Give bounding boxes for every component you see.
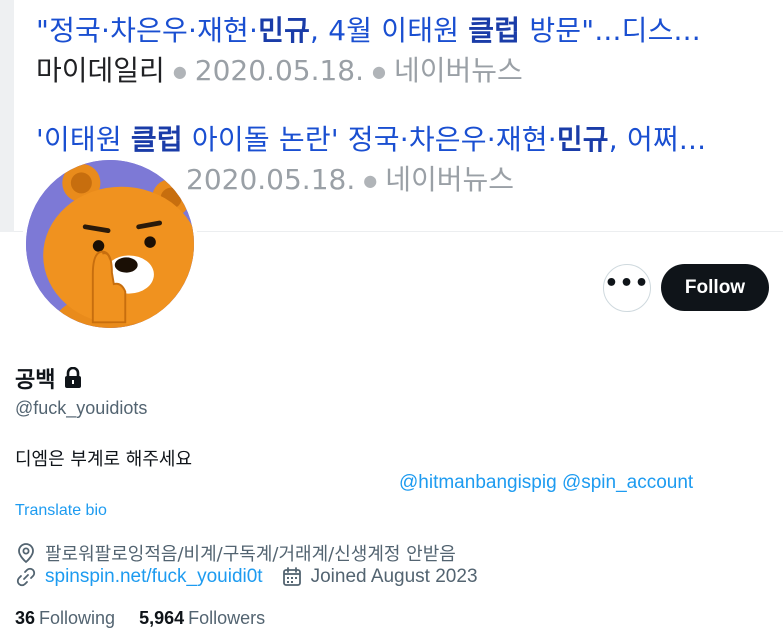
profile-bio: 디엠은 부계로 해주세요 — [15, 449, 193, 470]
search-result-source: 마이데일리 — [36, 54, 165, 87]
link-icon — [15, 566, 37, 588]
following-stat[interactable]: 36 Following — [15, 608, 115, 629]
search-result-portal: 네이버뉴스 — [393, 54, 523, 87]
title-segment: 민규 — [556, 123, 609, 156]
mention-link[interactable]: @spin_account — [562, 472, 693, 493]
title-segment: "정국·차은우·재현· — [36, 14, 259, 47]
profile-website-link[interactable]: spinspin.net/fuck_youidi0t — [45, 566, 263, 588]
title-segment: 방문"...디스... — [520, 14, 701, 47]
title-segment: 민규 — [258, 14, 311, 47]
follow-stats: 36 Following 5,964 Followers — [15, 608, 265, 629]
title-segment: , 4월 이태원 — [310, 14, 469, 47]
display-name: 공백 — [15, 368, 56, 393]
more-options-button[interactable]: ••• — [603, 264, 651, 312]
location-pin-icon — [15, 542, 37, 564]
search-result-title[interactable]: '이태원 클럽 아이돌 논란' 정국·차은우·재현·민규, 어쩌... — [36, 123, 706, 157]
following-label: Following — [39, 608, 116, 628]
display-name-row: 공백 — [15, 362, 83, 394]
profile-handle: @fuck_youidiots — [15, 398, 148, 418]
search-result-portal: 네이버뉴스 — [385, 163, 514, 196]
bear-character-icon — [26, 160, 194, 328]
joined-date: Joined August 2023 — [281, 566, 478, 588]
search-result-date: 2020.05.18. — [186, 163, 356, 196]
website-joined-row: spinspin.net/fuck_youidi0t Joined August… — [15, 566, 478, 588]
avatar[interactable] — [22, 156, 198, 332]
profile-location: 팔로워팔로잉적음/비계/구독계/거래계/신생계정 안받음 — [45, 544, 456, 565]
title-segment: , 어쩌... — [608, 123, 707, 156]
title-segment: 클럽 — [468, 14, 521, 47]
search-result-meta: 마이데일리 ● 2020.05.18. ● 네이버뉴스 — [36, 54, 523, 87]
search-result-1[interactable]: "정국·차은우·재현·민규, 4월 이태원 클럽 방문"...디스... 마이데… — [36, 14, 701, 89]
translate-bio-link[interactable]: Translate bio — [15, 502, 107, 520]
title-segment: '이태원 — [36, 123, 131, 156]
following-count: 36 — [15, 608, 36, 628]
lock-icon — [63, 366, 83, 389]
calendar-icon — [281, 566, 303, 588]
mention-link[interactable]: @hitmanbangispig — [399, 472, 557, 493]
joined-text: Joined August 2023 — [310, 566, 478, 587]
location-row: 팔로워팔로잉적음/비계/구독계/거래계/신생계정 안받음 — [15, 540, 456, 566]
title-segment: 아이돌 논란' 정국·차은우·재현· — [182, 123, 557, 156]
bio-mentions: @hitmanbangispig @spin_account — [399, 472, 693, 494]
followers-count: 5,964 — [139, 608, 185, 628]
follow-button[interactable]: Follow — [661, 264, 769, 311]
more-icon: ••• — [604, 271, 650, 296]
search-result-date: 2020.05.18. — [194, 54, 364, 87]
search-result-title[interactable]: "정국·차은우·재현·민규, 4월 이태원 클럽 방문"...디스... — [36, 14, 701, 48]
title-segment: 클럽 — [130, 123, 183, 156]
followers-label: Followers — [188, 608, 266, 628]
banner-edge — [0, 0, 14, 232]
followers-stat[interactable]: 5,964 Followers — [139, 608, 265, 629]
